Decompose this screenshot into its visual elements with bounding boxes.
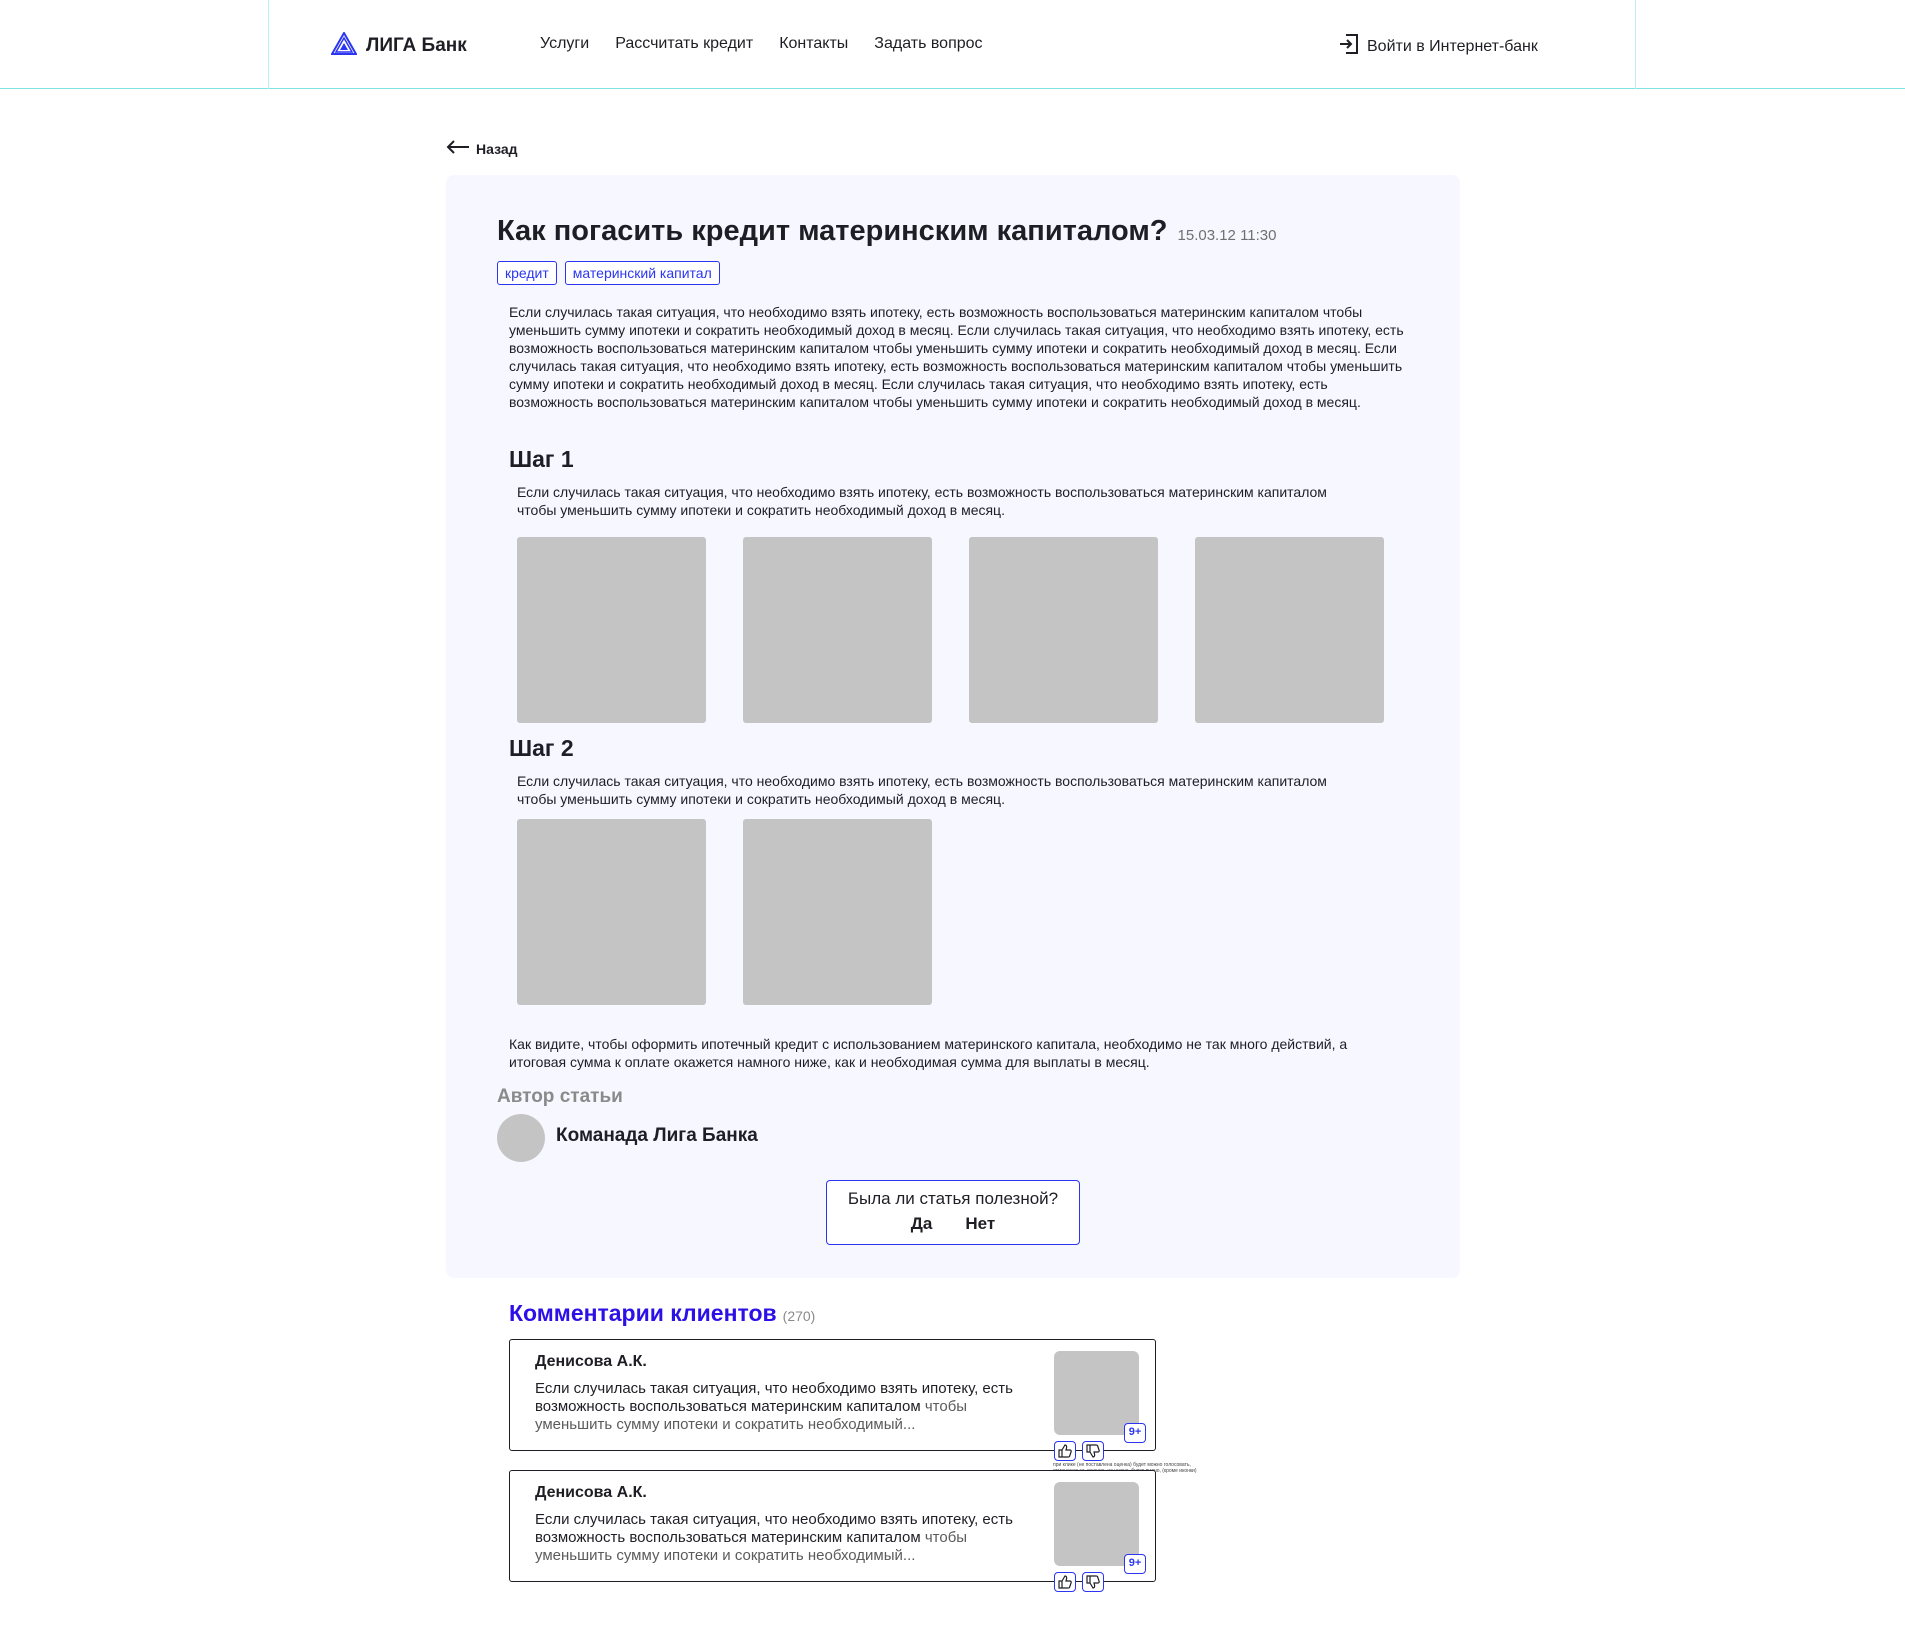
step-2-image-1[interactable] — [517, 819, 706, 1005]
author-label: Автор статьи — [497, 1086, 623, 1107]
site-header: ЛИГА Банк Услуги Рассчитать кредит Конта… — [0, 0, 1905, 89]
logo-text: ЛИГА Банк — [366, 35, 467, 56]
triangle-logo-icon — [330, 30, 358, 60]
layout-guide-left — [268, 0, 269, 89]
login-label: Войти в Интернет-банк — [1367, 37, 1538, 55]
step-2-image-2[interactable] — [743, 819, 932, 1005]
comment-text: Если случилась такая ситуация, что необх… — [535, 1511, 1015, 1565]
nav-item-contacts[interactable]: Контакты — [779, 35, 848, 53]
nav-item-services[interactable]: Услуги — [540, 35, 589, 53]
thumbs-down-icon[interactable] — [1082, 1441, 1104, 1461]
logo[interactable]: ЛИГА Банк — [330, 30, 467, 60]
article-card: Как погасить кредит материнским капитало… — [446, 175, 1460, 1278]
article-outro: Как видите, чтобы оформить ипотечный кре… — [509, 1036, 1348, 1070]
thumbs-up-icon[interactable] — [1054, 1572, 1076, 1592]
back-label: Назад — [476, 140, 518, 157]
step-1-image-3[interactable] — [969, 537, 1158, 723]
comment-author: Денисова А.К. — [535, 1484, 647, 1501]
step-2-title: Шаг 2 — [509, 735, 574, 761]
step-1-text: Если случилась такая ситуация, что необх… — [517, 484, 1327, 518]
article-intro: Если случилась такая ситуация, что необх… — [509, 304, 1404, 410]
step-1-image-2[interactable] — [743, 537, 932, 723]
comment-card: Денисова А.К. Если случилась такая ситуа… — [509, 1470, 1156, 1592]
more-images-badge[interactable]: 9+ — [1124, 1554, 1146, 1574]
nav-item-calculate-credit[interactable]: Рассчитать кредит — [615, 35, 753, 53]
layout-guide-right — [1635, 0, 1636, 89]
article-tags: кредит материнский капитал — [497, 261, 720, 285]
login-door-icon — [1339, 33, 1359, 60]
step-1-image-1[interactable] — [517, 537, 706, 723]
comment-author: Денисова А.К. — [535, 1353, 647, 1370]
poll-yes-button[interactable]: Да — [911, 1214, 933, 1234]
author-avatar — [497, 1114, 545, 1162]
comment-text: Если случилась такая ситуация, что необх… — [535, 1380, 1015, 1434]
main-nav: Услуги Рассчитать кредит Контакты Задать… — [540, 35, 983, 53]
thumbs-up-icon[interactable] — [1054, 1441, 1076, 1461]
article-header: Как погасить кредит материнским капитало… — [497, 215, 1277, 248]
more-images-badge[interactable]: 9+ — [1124, 1423, 1146, 1443]
tag-credit[interactable]: кредит — [497, 261, 557, 285]
usefulness-poll: Была ли статья полезной? Да Нет — [826, 1180, 1080, 1245]
arrow-left-icon — [446, 140, 470, 157]
thumbs-down-icon[interactable] — [1082, 1572, 1104, 1592]
back-link[interactable]: Назад — [446, 140, 518, 157]
author-name: Команада Лига Банка — [556, 1125, 758, 1146]
article-date: 15.03.12 11:30 — [1177, 227, 1277, 244]
comment-card: Денисова А.К. Если случилась такая ситуа… — [509, 1339, 1156, 1461]
comments-title: Комментарии клиентов — [509, 1300, 777, 1326]
step-1-title: Шаг 1 — [509, 446, 574, 472]
poll-question: Была ли статья полезной? — [847, 1189, 1059, 1208]
article-title: Как погасить кредит материнским капитало… — [497, 215, 1168, 247]
step-1-image-4[interactable] — [1195, 537, 1384, 723]
nav-item-ask-question[interactable]: Задать вопрос — [874, 35, 982, 53]
poll-no-button[interactable]: Нет — [965, 1214, 995, 1234]
comments-header: Комментарии клиентов (270) — [509, 1300, 815, 1327]
step-2-text: Если случилась такая ситуация, что необх… — [517, 773, 1327, 807]
tag-maternity-capital[interactable]: материнский капитал — [564, 261, 720, 285]
poll-buttons: Да Нет — [827, 1214, 1079, 1234]
login-button[interactable]: Войти в Интернет-банк — [1339, 33, 1538, 60]
comments-count: (270) — [782, 1308, 816, 1324]
